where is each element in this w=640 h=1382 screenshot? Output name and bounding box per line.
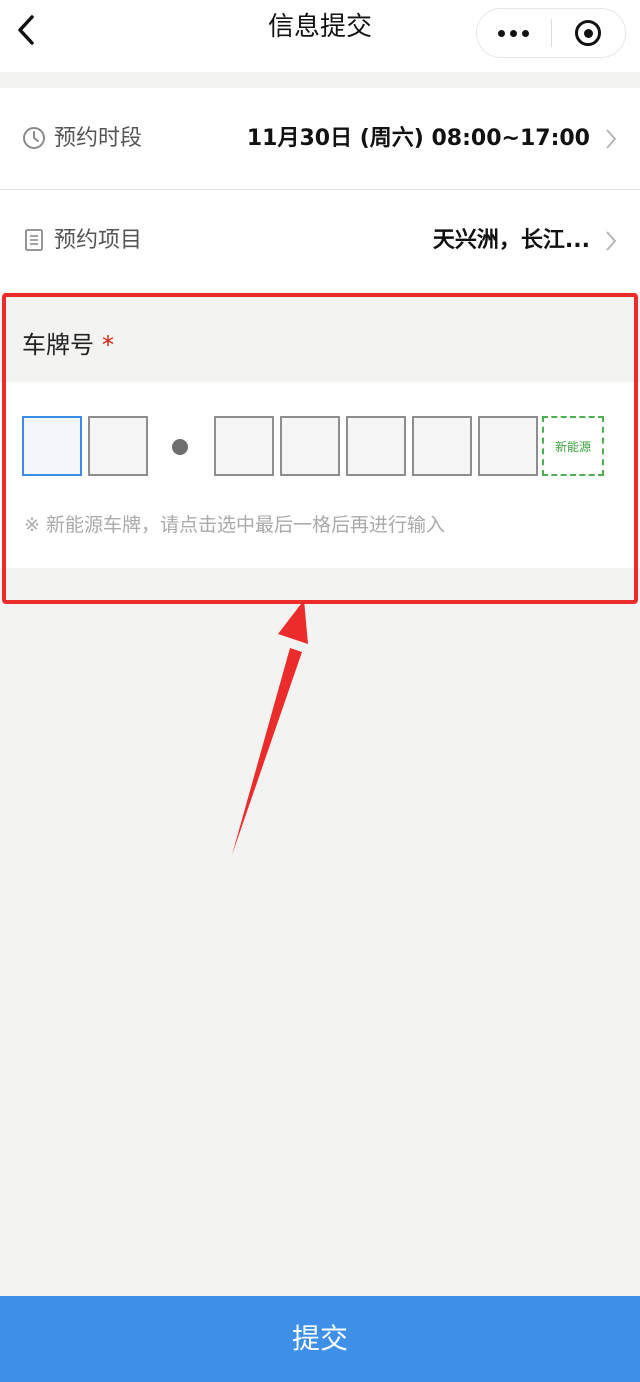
plate-char-box-7[interactable] — [478, 416, 538, 476]
appointment-time-label: 预约时段 — [54, 126, 143, 151]
nav-bar: 信息提交 — [0, 0, 640, 72]
mini-program-capsule — [476, 8, 626, 58]
close-mini-program-button[interactable] — [552, 9, 626, 57]
plate-separator-dot — [172, 439, 188, 455]
plate-char-box-3[interactable] — [214, 416, 274, 476]
new-energy-box[interactable]: 新能源 — [542, 416, 604, 476]
plate-char-box-4[interactable] — [280, 416, 340, 476]
chevron-right-icon — [606, 129, 617, 149]
more-dots-icon — [498, 29, 530, 37]
new-energy-hint: ※ 新能源车牌，请点击选中最后一格后再进行输入 — [24, 514, 445, 536]
plate-char-box-6[interactable] — [412, 416, 472, 476]
back-button[interactable] — [10, 10, 42, 50]
clock-icon — [23, 127, 45, 149]
plate-input-panel: 新能源 ※ 新能源车牌，请点击选中最后一格后再进行输入 — [0, 382, 640, 568]
chevron-right-icon — [606, 231, 617, 251]
chevron-left-icon — [18, 15, 34, 45]
annotation-arrow-icon — [232, 600, 308, 855]
appointment-item-value: 天兴洲，长江... — [432, 228, 590, 253]
appointment-item-row[interactable]: 预约项目 天兴洲，长江... — [0, 190, 640, 292]
plate-number-label: 车牌号 — [22, 331, 94, 359]
required-mark: * — [102, 331, 114, 359]
plate-char-box-2[interactable] — [88, 416, 148, 476]
more-button[interactable] — [477, 9, 551, 57]
target-circle-icon — [575, 20, 602, 46]
plate-char-box-1[interactable] — [22, 416, 82, 476]
submit-button[interactable]: 提交 — [0, 1296, 640, 1382]
plate-number-header: 车牌号 * — [0, 292, 640, 382]
plate-char-box-5[interactable] — [346, 416, 406, 476]
appointment-time-row[interactable]: 预约时段 11月30日 (周六) 08:00~17:00 — [0, 88, 640, 190]
list-icon — [25, 229, 43, 251]
appointment-item-label: 预约项目 — [54, 228, 143, 253]
appointment-time-value: 11月30日 (周六) 08:00~17:00 — [246, 126, 590, 151]
